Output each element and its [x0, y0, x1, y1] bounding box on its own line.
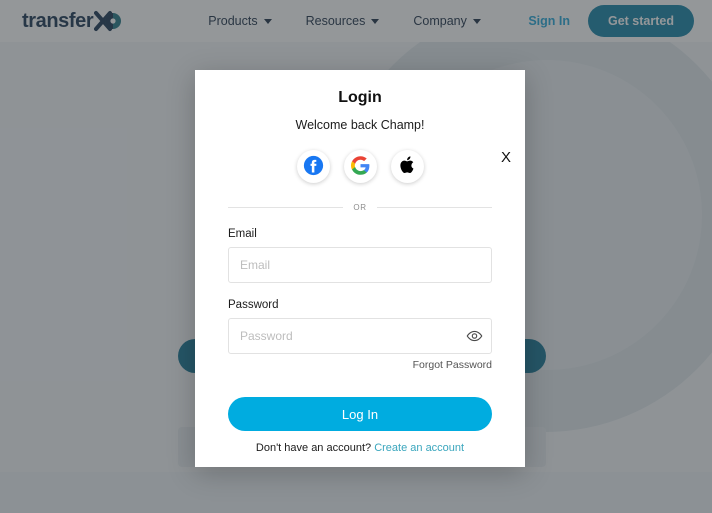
close-icon[interactable]: X: [501, 150, 511, 165]
login-modal: X Login Welcome back Champ! OR Email Ema…: [195, 70, 525, 467]
social-login-row: [228, 150, 492, 183]
email-field-group: Email: [228, 228, 492, 283]
page-root: transfer Products Resources: [0, 0, 712, 513]
google-login-button[interactable]: [343, 150, 377, 183]
divider-line-left: [228, 207, 344, 208]
password-input-wrap: [228, 318, 492, 354]
email-input[interactable]: [228, 247, 492, 283]
password-input[interactable]: [228, 318, 492, 354]
create-account-link[interactable]: Create an account: [374, 442, 464, 454]
apple-login-button[interactable]: [390, 150, 424, 183]
apple-icon: [399, 155, 416, 178]
modal-title: Login: [338, 89, 382, 106]
google-icon: [350, 155, 370, 178]
facebook-login-button[interactable]: [296, 150, 330, 183]
password-field-group: Password Forgot Password: [228, 299, 492, 371]
signup-prompt: Don't have an account?: [255, 442, 372, 454]
modal-subtitle: Welcome back Champ!: [295, 118, 425, 132]
email-input-wrap: [228, 247, 492, 283]
forgot-password-link[interactable]: Forgot Password: [228, 359, 492, 371]
email-label: Email: [228, 228, 257, 240]
divider-label: OR: [353, 203, 367, 212]
signup-row: Don't have an account? Create an account: [228, 442, 492, 454]
eye-icon[interactable]: [466, 328, 483, 345]
password-label: Password: [228, 299, 279, 311]
divider-line-right: [376, 207, 493, 208]
or-divider: OR: [228, 203, 493, 212]
facebook-icon: [303, 155, 324, 179]
login-submit-button[interactable]: Log In: [228, 397, 492, 431]
